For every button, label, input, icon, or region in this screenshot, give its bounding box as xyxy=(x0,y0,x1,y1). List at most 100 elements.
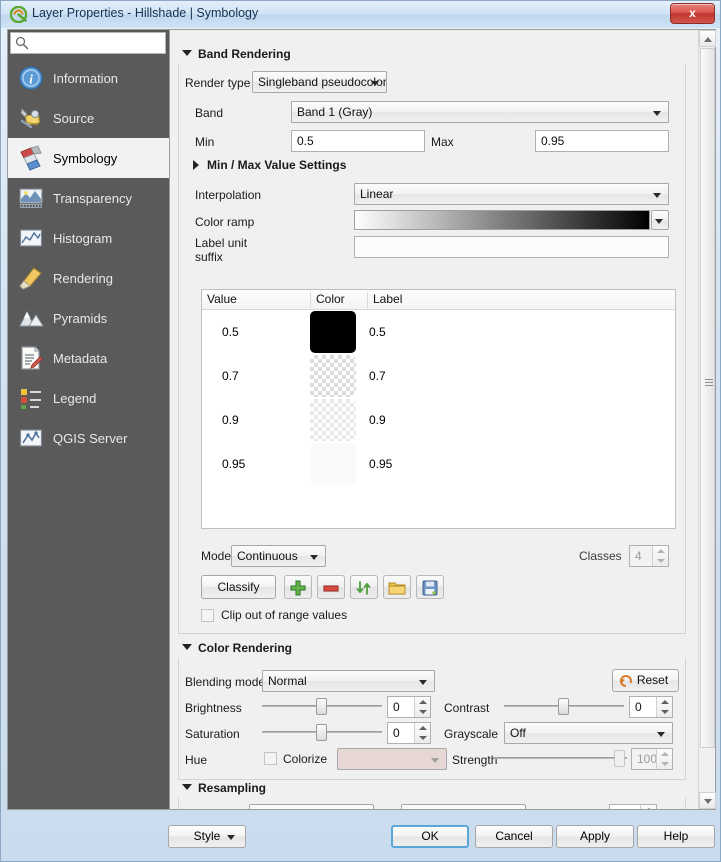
brightness-spinner[interactable]: 0 xyxy=(387,696,431,718)
max-input[interactable]: 0.95 xyxy=(535,130,669,152)
ok-button[interactable]: OK xyxy=(391,825,469,848)
saturation-spinner[interactable]: 0 xyxy=(387,722,431,744)
brightness-value: 0 xyxy=(393,700,400,714)
render-type-value: Singleband pseudocolor xyxy=(258,75,387,89)
band-rendering-header[interactable]: Band Rendering xyxy=(178,46,686,64)
row-color-swatch[interactable] xyxy=(310,399,356,441)
vertical-scrollbar[interactable] xyxy=(698,30,716,809)
contrast-label: Contrast xyxy=(444,701,490,715)
brightness-slider[interactable] xyxy=(262,696,382,716)
colorize-color-combo[interactable] xyxy=(337,748,447,770)
column-header-value: Value xyxy=(207,292,237,306)
caret-down-icon xyxy=(704,799,712,804)
grayscale-combo[interactable]: Off xyxy=(504,722,673,744)
scroll-up-button[interactable] xyxy=(699,30,716,47)
table-row[interactable]: 0.9 0.9 xyxy=(202,398,675,442)
table-row[interactable]: 0.7 0.7 xyxy=(202,354,675,398)
apply-button[interactable]: Apply xyxy=(556,825,634,848)
legend-icon xyxy=(21,389,41,409)
clip-out-of-range-label: Clip out of range values xyxy=(221,608,348,622)
row-color-swatch[interactable] xyxy=(310,355,356,397)
sidebar-item-rendering[interactable]: Rendering xyxy=(8,258,170,298)
slider-handle[interactable] xyxy=(614,750,625,767)
search-input[interactable] xyxy=(10,32,166,54)
strength-label: Strength xyxy=(452,753,498,767)
blending-mode-combo[interactable]: Normal xyxy=(262,670,435,692)
contrast-spinner[interactable]: 0 xyxy=(629,696,673,718)
row-color-swatch[interactable] xyxy=(310,311,356,353)
strength-spinner[interactable]: 100% xyxy=(631,748,673,770)
save-color-map-button[interactable] xyxy=(416,575,444,599)
sidebar-item-symbology[interactable]: Symbology xyxy=(8,138,170,178)
sidebar-item-source[interactable]: Source xyxy=(8,98,170,138)
zoomed-out-combo[interactable]: Nearest neighbour xyxy=(401,804,526,809)
table-row[interactable]: 0.95 0.95 xyxy=(202,442,675,486)
sidebar-item-pyramids[interactable]: Pyramids xyxy=(8,298,170,338)
slider-track xyxy=(494,757,627,759)
slider-handle[interactable] xyxy=(316,698,327,715)
help-button[interactable]: Help xyxy=(637,825,715,848)
close-button[interactable]: x xyxy=(670,3,715,24)
interpolation-combo[interactable]: Linear xyxy=(354,183,669,205)
oversampling-spinner[interactable]: 2,00 xyxy=(609,804,657,809)
sidebar-item-qgis-server[interactable]: QGIS Server xyxy=(8,418,170,458)
cancel-button[interactable]: Cancel xyxy=(475,825,553,848)
strength-slider[interactable] xyxy=(494,748,627,768)
classes-spinner[interactable]: 4 xyxy=(629,545,669,567)
sidebar-item-legend[interactable]: Legend xyxy=(8,378,170,418)
spinner-buttons[interactable] xyxy=(652,546,668,566)
spinner-buttons[interactable] xyxy=(656,697,672,717)
color-ramp-preview[interactable] xyxy=(354,210,650,230)
label-unit-suffix-label-line2: suffix xyxy=(195,250,223,264)
contrast-slider[interactable] xyxy=(504,696,624,716)
row-value: 0.5 xyxy=(222,325,239,339)
sidebar-item-metadata[interactable]: Metadata xyxy=(8,338,170,378)
zoomed-in-combo[interactable]: Nearest neighbour xyxy=(249,804,374,809)
color-map-table[interactable]: Value Color Label 0.5 0.5 0.7 0.7 0.9 0.… xyxy=(201,289,676,529)
saturation-slider[interactable] xyxy=(262,722,382,742)
scroll-down-button[interactable] xyxy=(699,792,716,809)
chevron-right-icon xyxy=(193,160,199,170)
slider-handle[interactable] xyxy=(316,724,327,741)
band-combo[interactable]: Band 1 (Gray) xyxy=(291,101,669,123)
blending-mode-value: Normal xyxy=(268,674,307,688)
clip-out-of-range-checkbox[interactable] xyxy=(201,609,214,622)
spinner-buttons[interactable] xyxy=(414,697,430,717)
sidebar-item-label: Legend xyxy=(53,390,97,406)
paintbrush-icon xyxy=(20,145,42,171)
spinner-buttons[interactable] xyxy=(640,805,656,809)
min-max-value-settings-header[interactable]: Min / Max Value Settings xyxy=(189,157,346,175)
row-color-swatch[interactable] xyxy=(310,443,356,485)
reset-button[interactable]: Reset xyxy=(612,669,679,692)
label-unit-suffix-input[interactable] xyxy=(354,236,669,258)
color-ramp-dropdown-button[interactable] xyxy=(651,210,669,230)
load-color-map-button[interactable] xyxy=(383,575,411,599)
color-rendering-box: Blending mode Normal Reset Brightness 0 … xyxy=(178,658,686,780)
sidebar-item-transparency[interactable]: Transparency xyxy=(8,178,170,218)
resampling-header[interactable]: Resampling xyxy=(178,780,686,798)
sidebar-item-histogram[interactable]: Histogram xyxy=(8,218,170,258)
spinner-buttons[interactable] xyxy=(656,749,672,769)
dialog-body: i Information Source Symbology Transpare… xyxy=(7,29,716,810)
scrollbar-thumb[interactable] xyxy=(700,48,715,748)
table-row[interactable]: 0.5 0.5 xyxy=(202,310,675,354)
sort-entries-button[interactable] xyxy=(350,575,378,599)
classify-button[interactable]: Classify xyxy=(201,575,276,599)
mode-combo[interactable]: Continuous xyxy=(231,545,326,567)
delete-entry-button[interactable] xyxy=(317,575,345,599)
sidebar-item-information[interactable]: i Information xyxy=(8,58,170,98)
source-wrench-icon xyxy=(20,108,40,129)
qgis-server-icon xyxy=(19,429,43,447)
add-entry-button[interactable] xyxy=(284,575,312,599)
colorize-checkbox[interactable] xyxy=(264,752,277,765)
sidebar-item-label: QGIS Server xyxy=(53,430,128,446)
spinner-buttons[interactable] xyxy=(414,723,430,743)
resampling-group: Resampling Zoomed: in Nearest neighbour … xyxy=(178,780,686,809)
min-input[interactable]: 0.5 xyxy=(291,130,425,152)
slider-handle[interactable] xyxy=(558,698,569,715)
style-button[interactable]: Style xyxy=(168,825,246,848)
min-max-value-settings-title: Min / Max Value Settings xyxy=(207,158,347,172)
mode-label: Mode xyxy=(201,549,232,563)
color-rendering-header[interactable]: Color Rendering xyxy=(178,640,686,658)
render-type-combo[interactable]: Singleband pseudocolor xyxy=(252,71,387,93)
